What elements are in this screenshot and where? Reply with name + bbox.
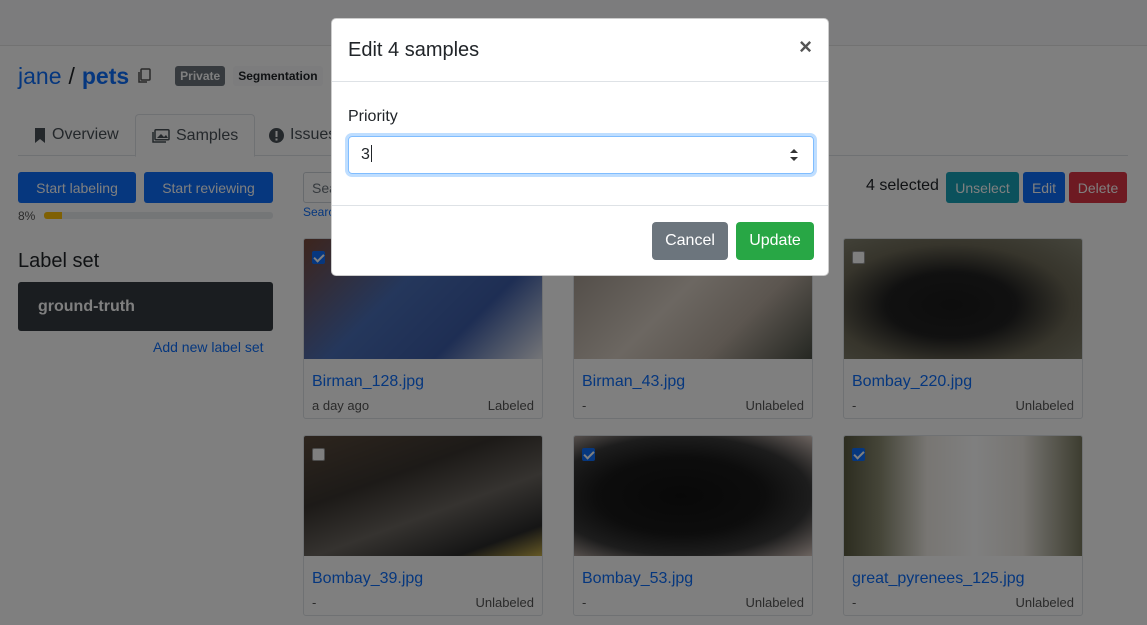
priority-input[interactable]: 3	[348, 136, 814, 174]
modal-header: Edit 4 samples ×	[332, 19, 828, 82]
update-button[interactable]: Update	[736, 222, 814, 260]
priority-label: Priority	[348, 108, 398, 125]
number-spinner-icon[interactable]	[789, 147, 799, 163]
modal-footer: Cancel Update	[332, 206, 828, 276]
modal-title: Edit 4 samples	[348, 39, 480, 61]
modal-body: Priority 3	[332, 82, 828, 206]
cancel-button[interactable]: Cancel	[652, 222, 728, 260]
edit-samples-modal: Edit 4 samples × Priority 3 Cancel Updat…	[331, 18, 829, 276]
priority-value: 3	[361, 146, 370, 163]
close-icon[interactable]: ×	[799, 35, 812, 59]
